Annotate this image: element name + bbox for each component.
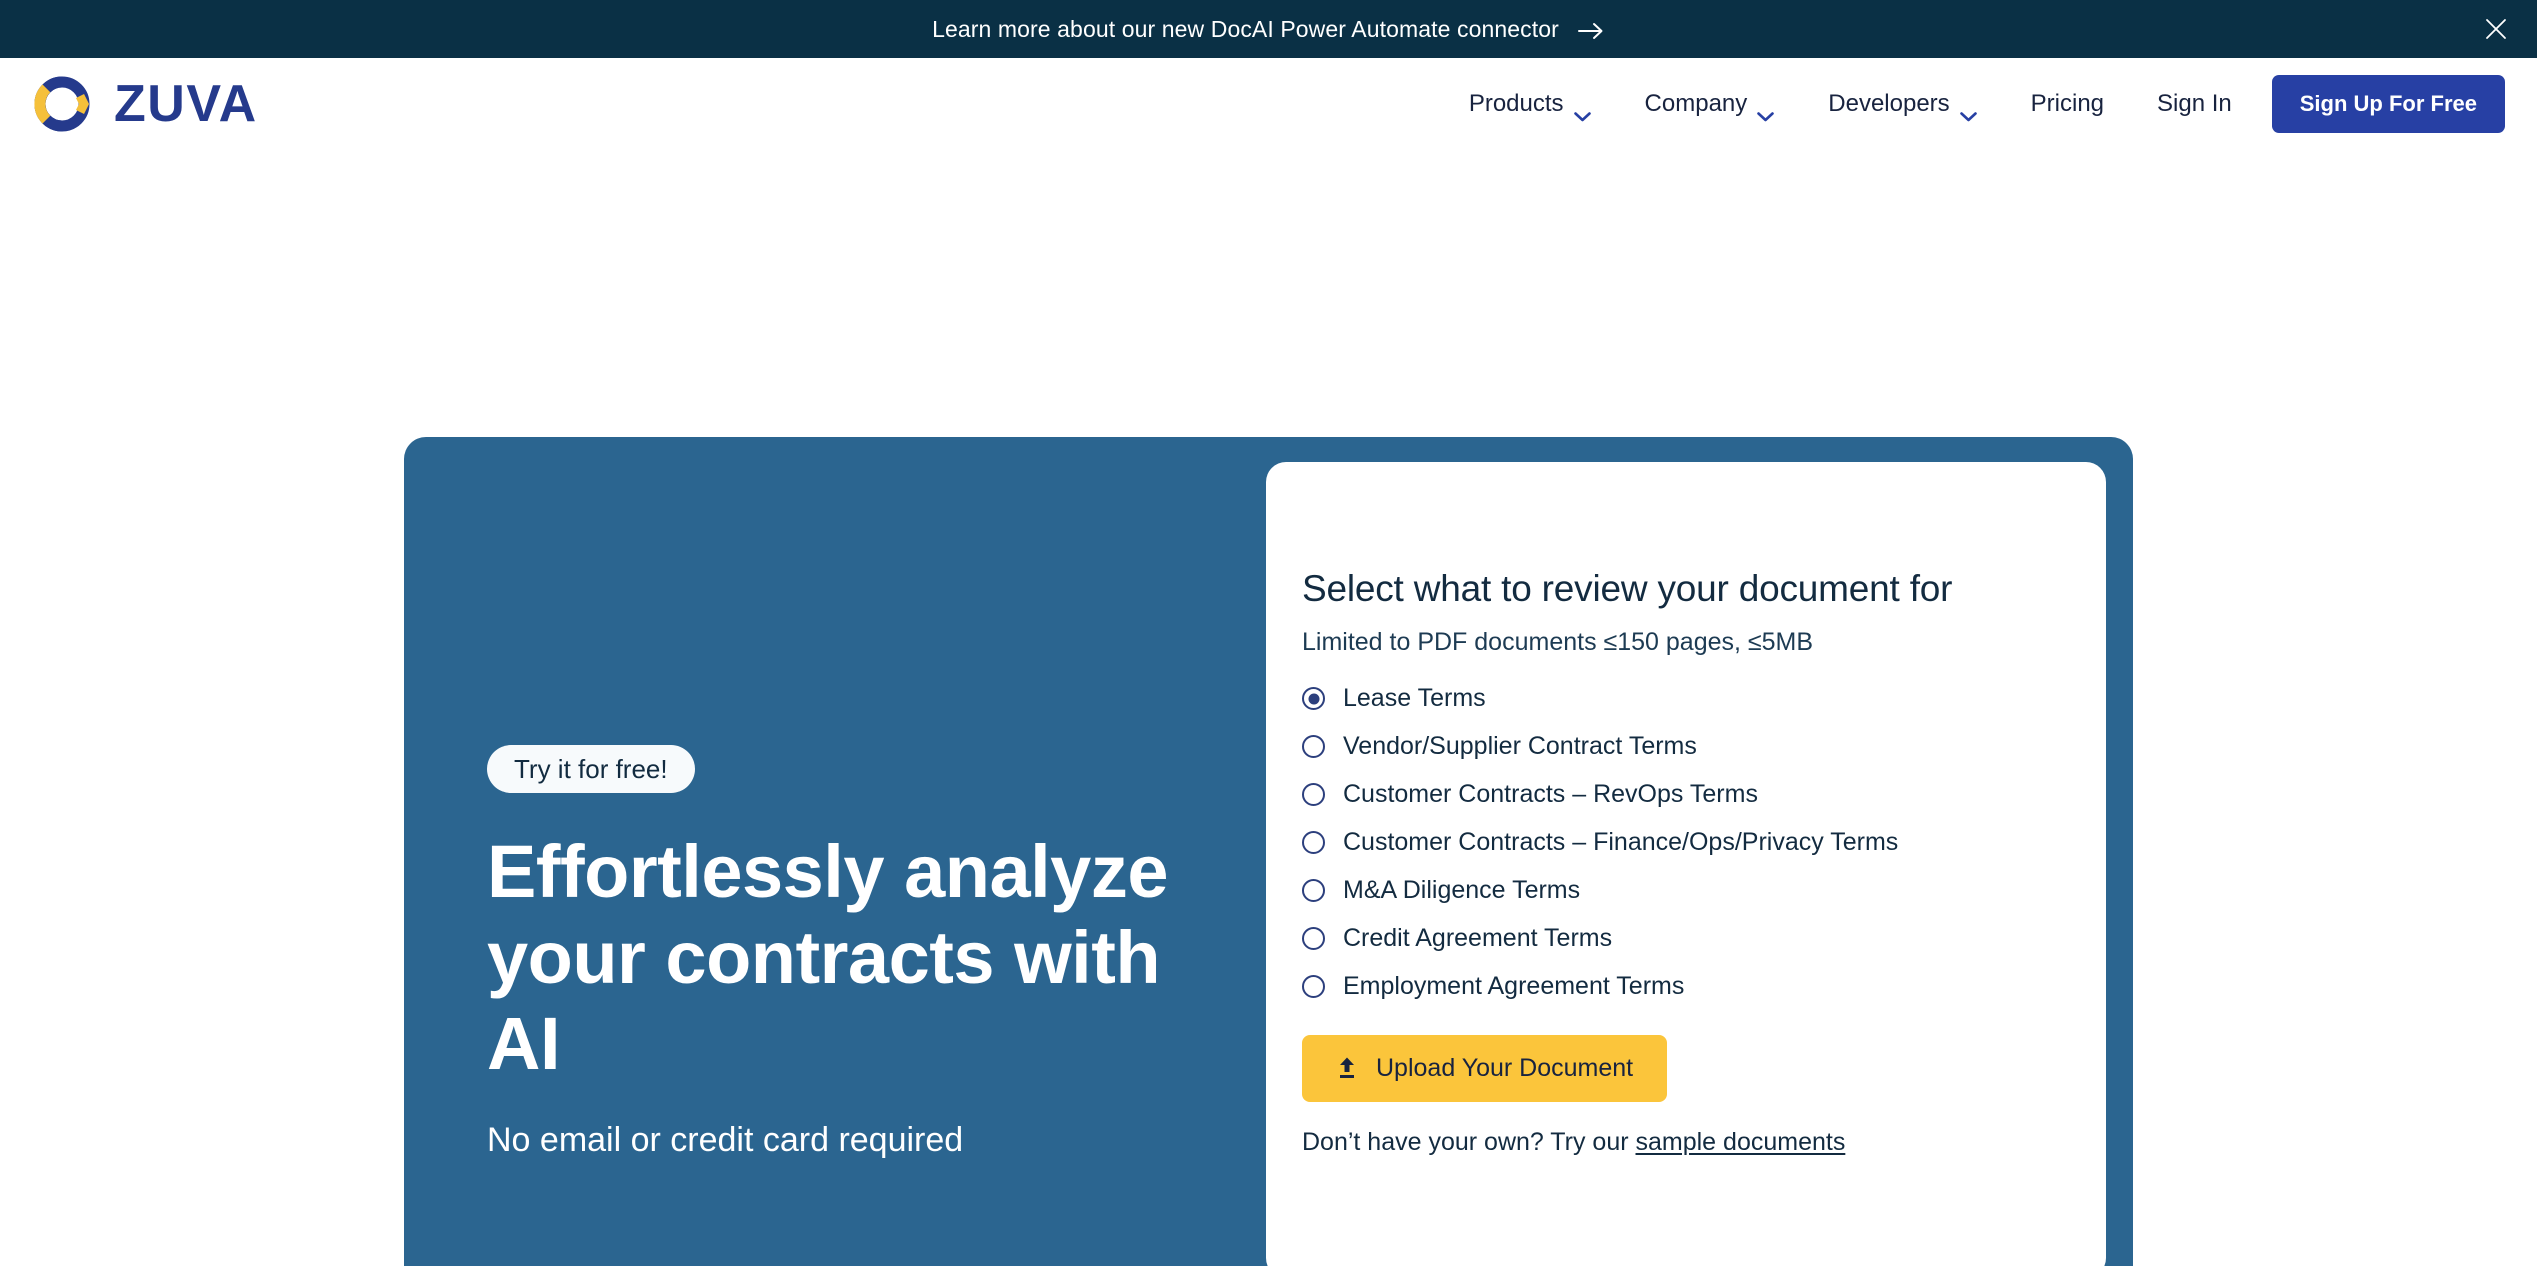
zuva-ring-icon [32, 74, 92, 134]
radio-label: Customer Contracts – Finance/Ops/Privacy… [1343, 828, 1899, 857]
radio-label: Customer Contracts – RevOps Terms [1343, 780, 1758, 809]
upload-button-label: Upload Your Document [1376, 1053, 1634, 1082]
nav-label-pricing: Pricing [2030, 89, 2105, 117]
radio-option-employment-agreement[interactable]: Employment Agreement Terms [1302, 963, 2046, 1011]
radio-option-revops[interactable]: Customer Contracts – RevOps Terms [1302, 771, 2046, 819]
card-title: Select what to review your document for [1302, 568, 1953, 609]
zuva-wordmark: ZUVA [114, 74, 258, 133]
sign-up-button[interactable]: Sign Up For Free [2271, 74, 2505, 133]
nav-item-company[interactable]: Company [1618, 89, 1802, 121]
sample-prefix-text: Don’t have your own? Try our [1302, 1127, 1636, 1156]
radio-indicator [1302, 687, 1325, 711]
radio-option-lease-terms[interactable]: Lease Terms [1302, 675, 2046, 723]
radio-label: Credit Agreement Terms [1343, 924, 1613, 953]
radio-label: M&A Diligence Terms [1343, 876, 1581, 905]
radio-option-ma-diligence[interactable]: M&A Diligence Terms [1302, 867, 2046, 915]
close-icon[interactable] [2479, 12, 2513, 46]
radio-indicator [1302, 927, 1325, 951]
nav-item-products[interactable]: Products [1442, 89, 1618, 121]
hero-badge: Try it for free! [487, 745, 695, 793]
radio-indicator [1302, 831, 1325, 855]
hero-section: Try it for free! Effortlessly analyze yo… [0, 149, 2537, 1266]
card-subtitle: Limited to PDF documents ≤150 pages, ≤5M… [1302, 627, 1814, 656]
site-header: ZUVA Products Company Developers Pricing… [0, 58, 2537, 149]
upload-document-button[interactable]: Upload Your Document [1302, 1034, 1668, 1102]
radio-indicator [1302, 783, 1325, 807]
nav-item-developers[interactable]: Developers [1801, 89, 2003, 121]
radio-option-credit-agreement[interactable]: Credit Agreement Terms [1302, 915, 2046, 963]
nav-item-pricing[interactable]: Pricing [2004, 90, 2131, 118]
primary-navigation: Products Company Developers Pricing Sign… [1442, 74, 2537, 133]
hero-copy: Try it for free! Effortlessly analyze yo… [487, 745, 1207, 1160]
sign-in-link[interactable]: Sign In [2131, 90, 2258, 118]
radio-label: Employment Agreement Terms [1343, 972, 1685, 1001]
radio-option-finance-ops-privacy[interactable]: Customer Contracts – Finance/Ops/Privacy… [1302, 819, 2046, 867]
review-type-radio-group: Lease Terms Vendor/Supplier Contract Ter… [1302, 675, 2046, 1011]
upload-icon [1336, 1056, 1358, 1080]
announcement-link[interactable]: Learn more about our new DocAI Power Aut… [932, 16, 1605, 43]
sample-documents-line: Don’t have your own? Try our sample docu… [1302, 1128, 2046, 1157]
hero-title: Effortlessly analyze your contracts with… [487, 830, 1168, 1085]
nav-label-company: Company [1644, 89, 1748, 117]
announcement-text: Learn more about our new DocAI Power Aut… [932, 15, 1559, 42]
radio-option-vendor-supplier[interactable]: Vendor/Supplier Contract Terms [1302, 723, 2046, 771]
chevron-down-icon [1959, 101, 1977, 121]
hero-subtitle: No email or credit card required [487, 1121, 964, 1159]
nav-label-products: Products [1468, 89, 1564, 117]
radio-label: Lease Terms [1343, 684, 1486, 713]
chevron-down-icon [1757, 101, 1775, 121]
chevron-down-icon [1573, 101, 1591, 121]
radio-label: Vendor/Supplier Contract Terms [1343, 732, 1697, 761]
radio-indicator [1302, 879, 1325, 903]
sample-documents-link[interactable]: sample documents [1636, 1128, 1846, 1156]
radio-indicator [1302, 735, 1325, 759]
upload-card: Select what to review your document for … [1266, 462, 2106, 1266]
nav-label-developers: Developers [1828, 89, 1950, 117]
zuva-logo[interactable]: ZUVA [32, 74, 258, 134]
radio-indicator [1302, 975, 1325, 999]
arrow-right-icon [1577, 20, 1605, 40]
announcement-banner: Learn more about our new DocAI Power Aut… [0, 0, 2537, 58]
